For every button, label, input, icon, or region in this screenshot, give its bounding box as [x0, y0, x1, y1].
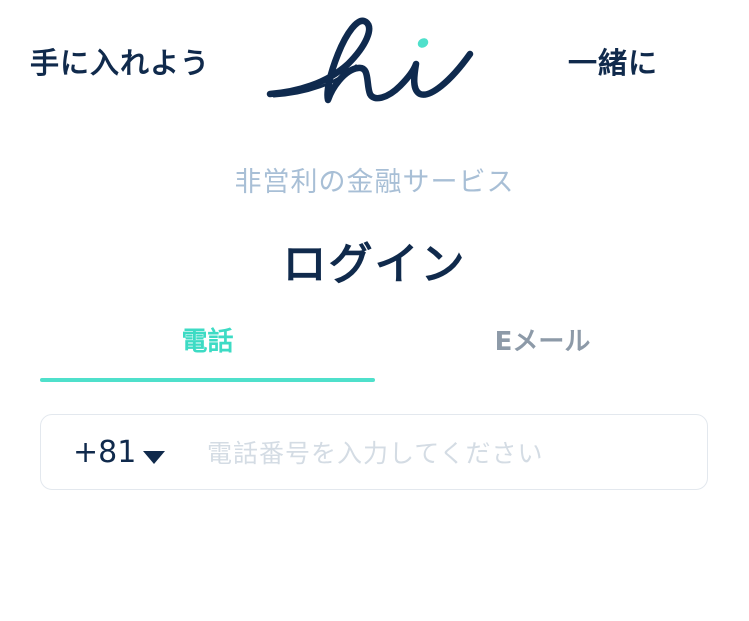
chevron-down-icon[interactable]	[143, 451, 165, 464]
subtitle: 非営利の金融サービス	[234, 167, 515, 198]
country-code-selector[interactable]: +81	[73, 415, 136, 491]
active-tab-indicator	[40, 378, 375, 382]
header-tagline-right: 一緒に	[568, 46, 659, 80]
tab-email[interactable]: Eメール	[375, 318, 710, 380]
phone-number-input[interactable]	[205, 429, 689, 477]
login-method-tabs: 電話 Eメール	[40, 318, 710, 384]
header-tagline-left: 手に入れよう	[30, 46, 211, 80]
country-code-value: +81	[73, 435, 137, 470]
tab-phone[interactable]: 電話	[40, 318, 375, 380]
hi-logo	[266, 17, 474, 104]
header: 手に入れよう 一緒に	[0, 0, 749, 120]
phone-field: +81	[40, 414, 708, 490]
page-title: ログイン	[282, 239, 467, 290]
